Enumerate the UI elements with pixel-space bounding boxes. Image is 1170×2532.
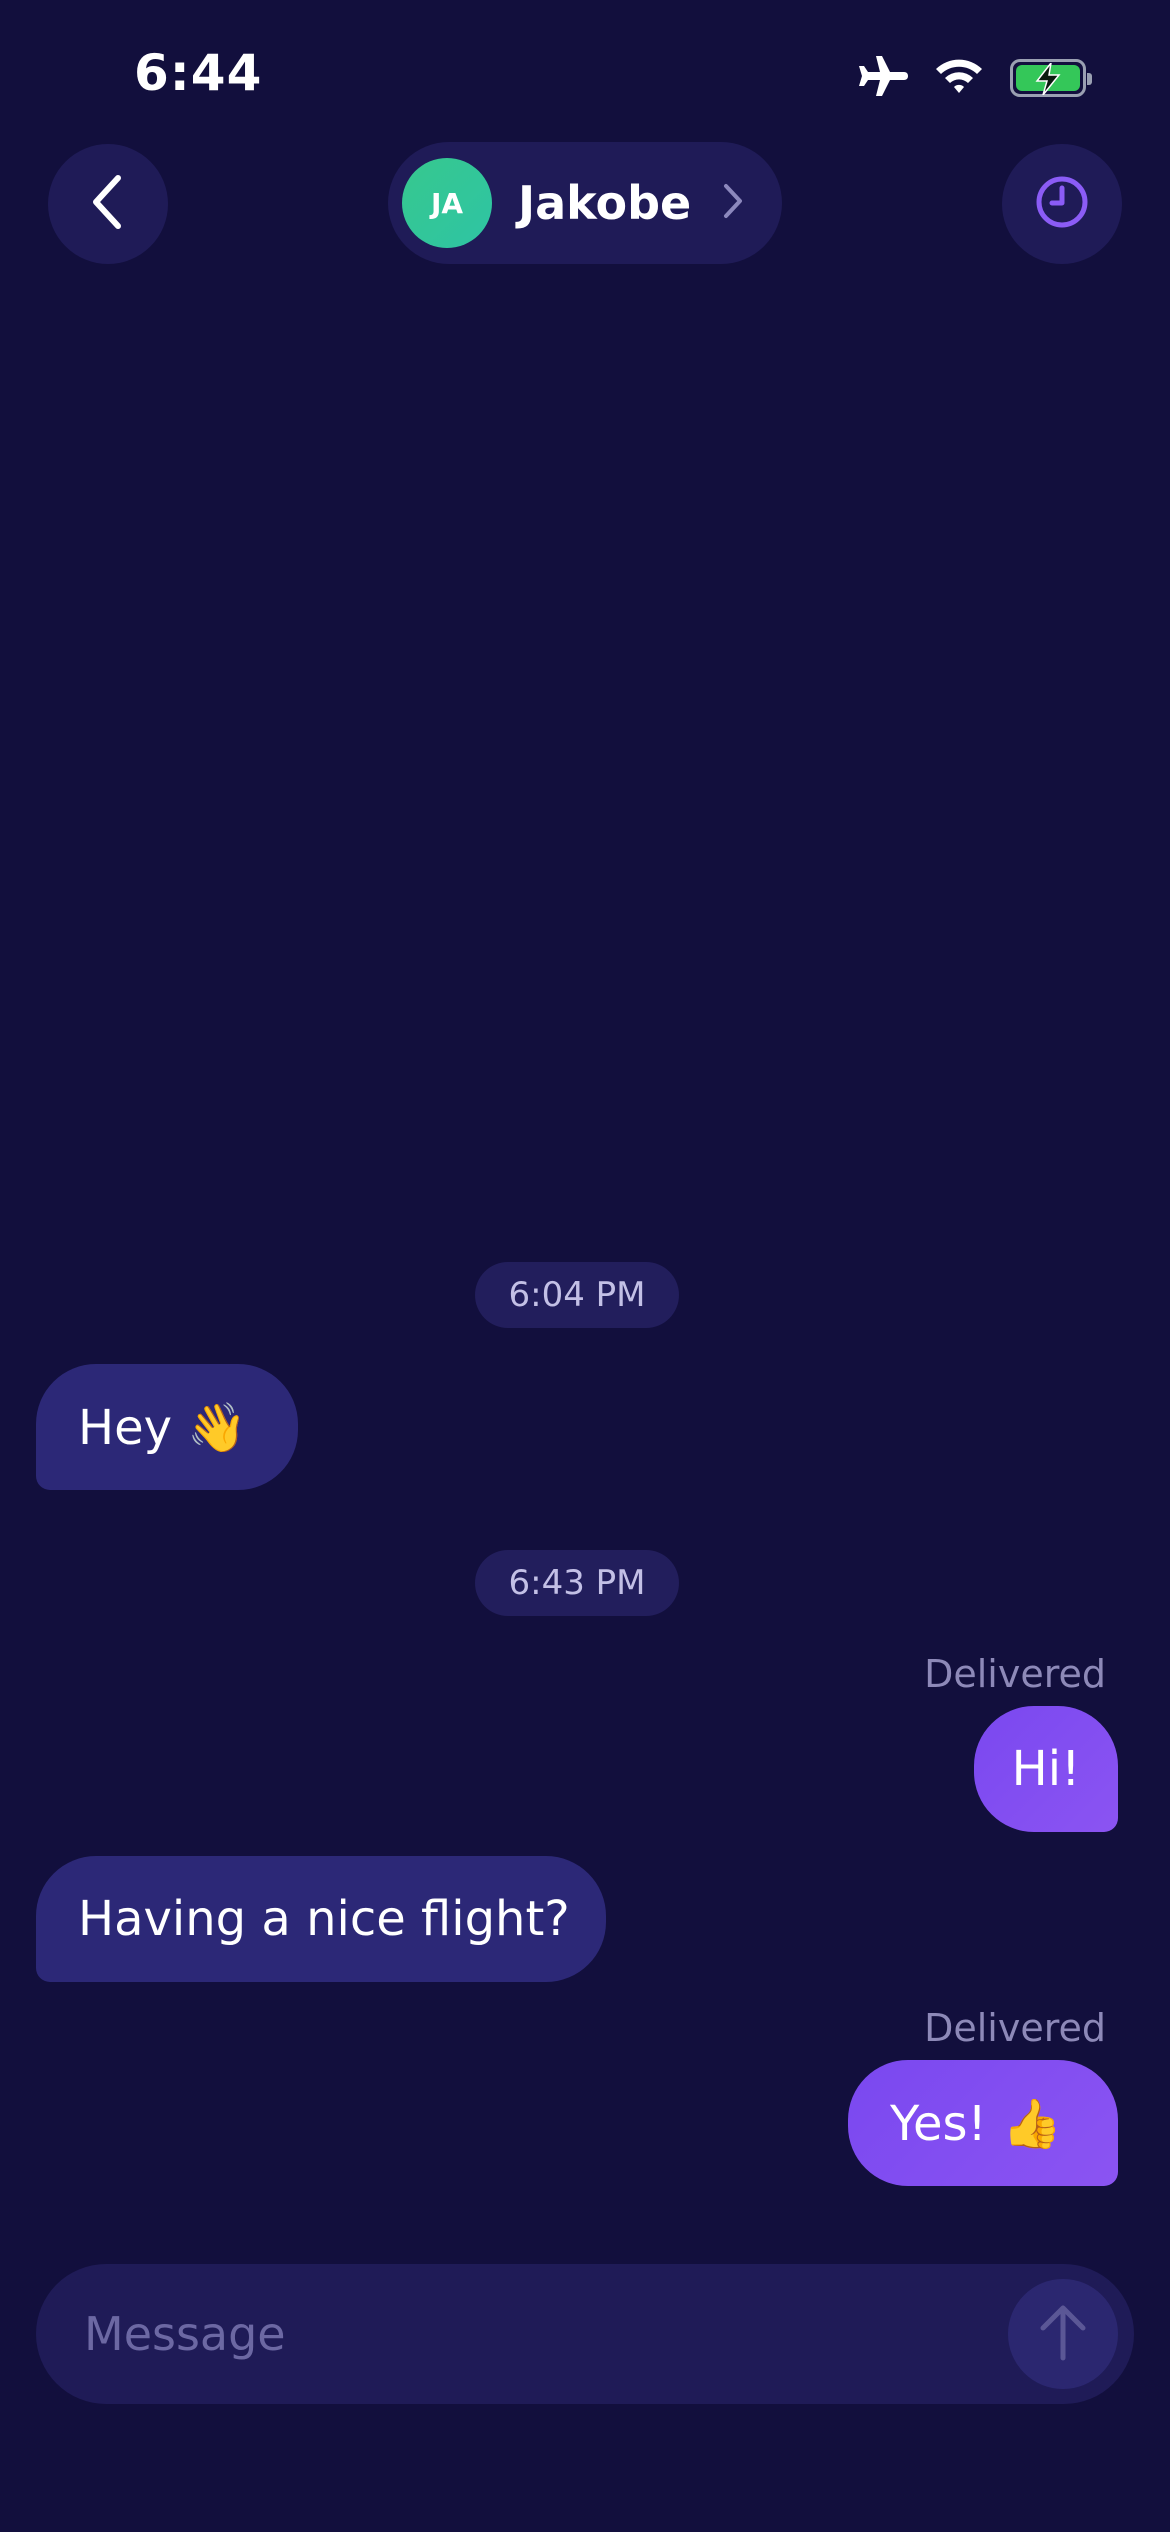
incoming-message[interactable]: Having a nice flight? — [36, 1856, 606, 1982]
delivery-status: Delivered — [924, 1652, 1106, 1696]
chevron-right-icon — [721, 181, 745, 225]
message-composer — [36, 2263, 1134, 2405]
message-timestamp: 6:04 PM — [475, 1262, 679, 1328]
contact-name: Jakobe — [518, 176, 692, 230]
status-icons — [856, 54, 1092, 102]
airplane-mode-icon — [856, 54, 908, 102]
history-button[interactable] — [1002, 144, 1122, 264]
chevron-left-icon — [88, 172, 128, 236]
delivery-status: Delivered — [924, 2006, 1106, 2050]
send-button[interactable] — [1008, 2279, 1118, 2389]
back-button[interactable] — [48, 144, 168, 264]
battery-charging-icon — [1010, 59, 1092, 97]
avatar: JA — [402, 158, 492, 248]
outgoing-message[interactable]: Hi! — [974, 1706, 1118, 1832]
arrow-up-icon — [1037, 2302, 1089, 2366]
outgoing-message[interactable]: Yes! 👍 — [848, 2060, 1118, 2186]
contact-header[interactable]: JA Jakobe — [388, 142, 782, 264]
wifi-icon — [934, 56, 984, 100]
message-timestamp: 6:43 PM — [475, 1550, 679, 1616]
message-input[interactable] — [36, 2263, 1008, 2405]
incoming-message[interactable]: Hey 👋 — [36, 1364, 298, 1490]
clock-icon — [1034, 174, 1090, 234]
status-time: 6:44 — [134, 44, 263, 102]
